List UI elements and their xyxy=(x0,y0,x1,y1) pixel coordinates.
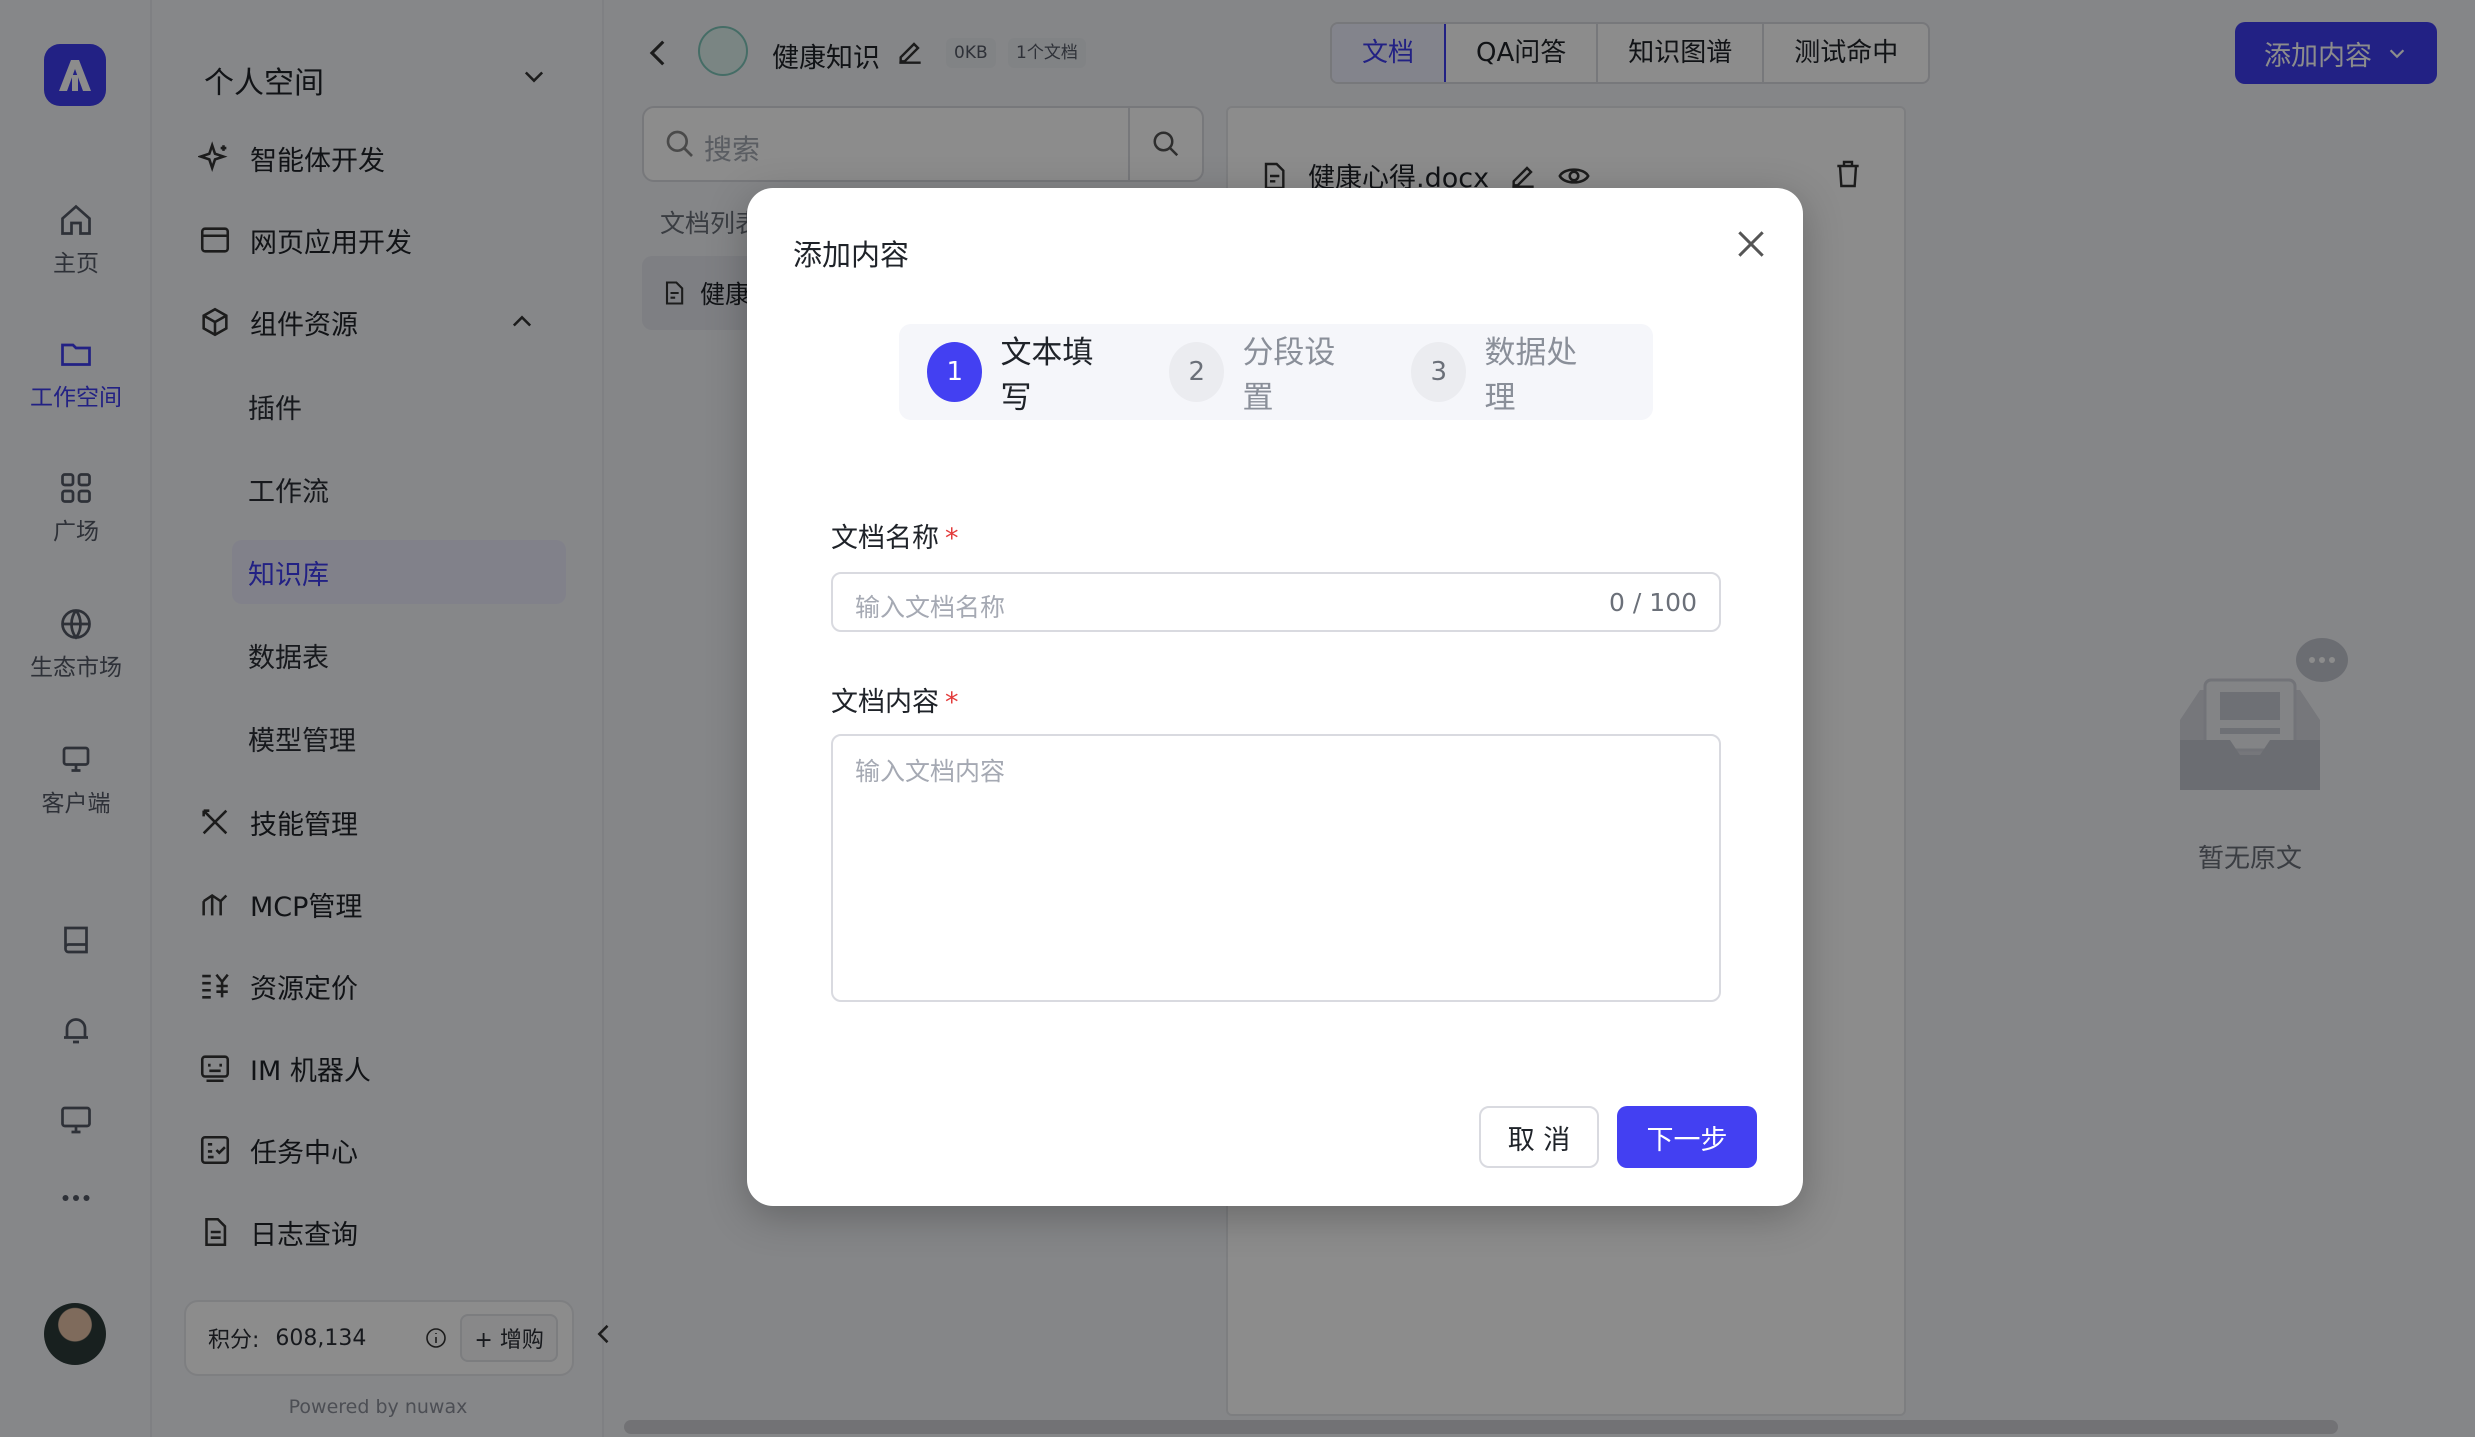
app-root: 主页 工作空间 广场 生态市场 客户端 个人空间 智能体开发 网页应用开发 组件… xyxy=(0,0,2475,1437)
step-number: 1 xyxy=(927,342,983,402)
close-icon[interactable] xyxy=(1731,224,1771,264)
step-number: 3 xyxy=(1411,342,1467,402)
doc-name-placeholder: 输入文档名称 xyxy=(855,593,1006,622)
required-mark: * xyxy=(945,687,959,718)
doc-content-label: 文档内容 * xyxy=(831,680,959,719)
required-mark: * xyxy=(945,523,959,554)
doc-content-label-text: 文档内容 xyxy=(831,687,939,718)
doc-name-label-text: 文档名称 xyxy=(831,523,939,554)
step-label: 文本填写 xyxy=(1000,335,1094,416)
step-text-input: 1 文本填写 xyxy=(927,327,1115,417)
step-data-processing: 3 数据处理 xyxy=(1411,327,1599,417)
add-content-modal: 添加内容 1 文本填写 2 分段设置 3 数据处理 文档名称 * 输入文档名称 0… xyxy=(747,188,1803,1206)
cancel-button[interactable]: 取 消 xyxy=(1479,1106,1599,1168)
doc-name-label: 文档名称 * xyxy=(831,516,959,555)
step-segment-settings: 2 分段设置 xyxy=(1169,327,1357,417)
next-step-button[interactable]: 下一步 xyxy=(1617,1106,1757,1168)
modal-title: 添加内容 xyxy=(793,238,910,272)
doc-name-input[interactable]: 输入文档名称 0 / 100 xyxy=(831,572,1721,632)
doc-content-placeholder: 输入文档内容 xyxy=(855,757,1006,786)
doc-content-textarea[interactable]: 输入文档内容 xyxy=(831,734,1721,1002)
step-number: 2 xyxy=(1169,342,1225,402)
step-indicator: 1 文本填写 2 分段设置 3 数据处理 xyxy=(899,324,1653,420)
step-label: 数据处理 xyxy=(1484,335,1578,416)
step-label: 分段设置 xyxy=(1242,335,1336,416)
char-count: 0 / 100 xyxy=(1609,588,1697,617)
